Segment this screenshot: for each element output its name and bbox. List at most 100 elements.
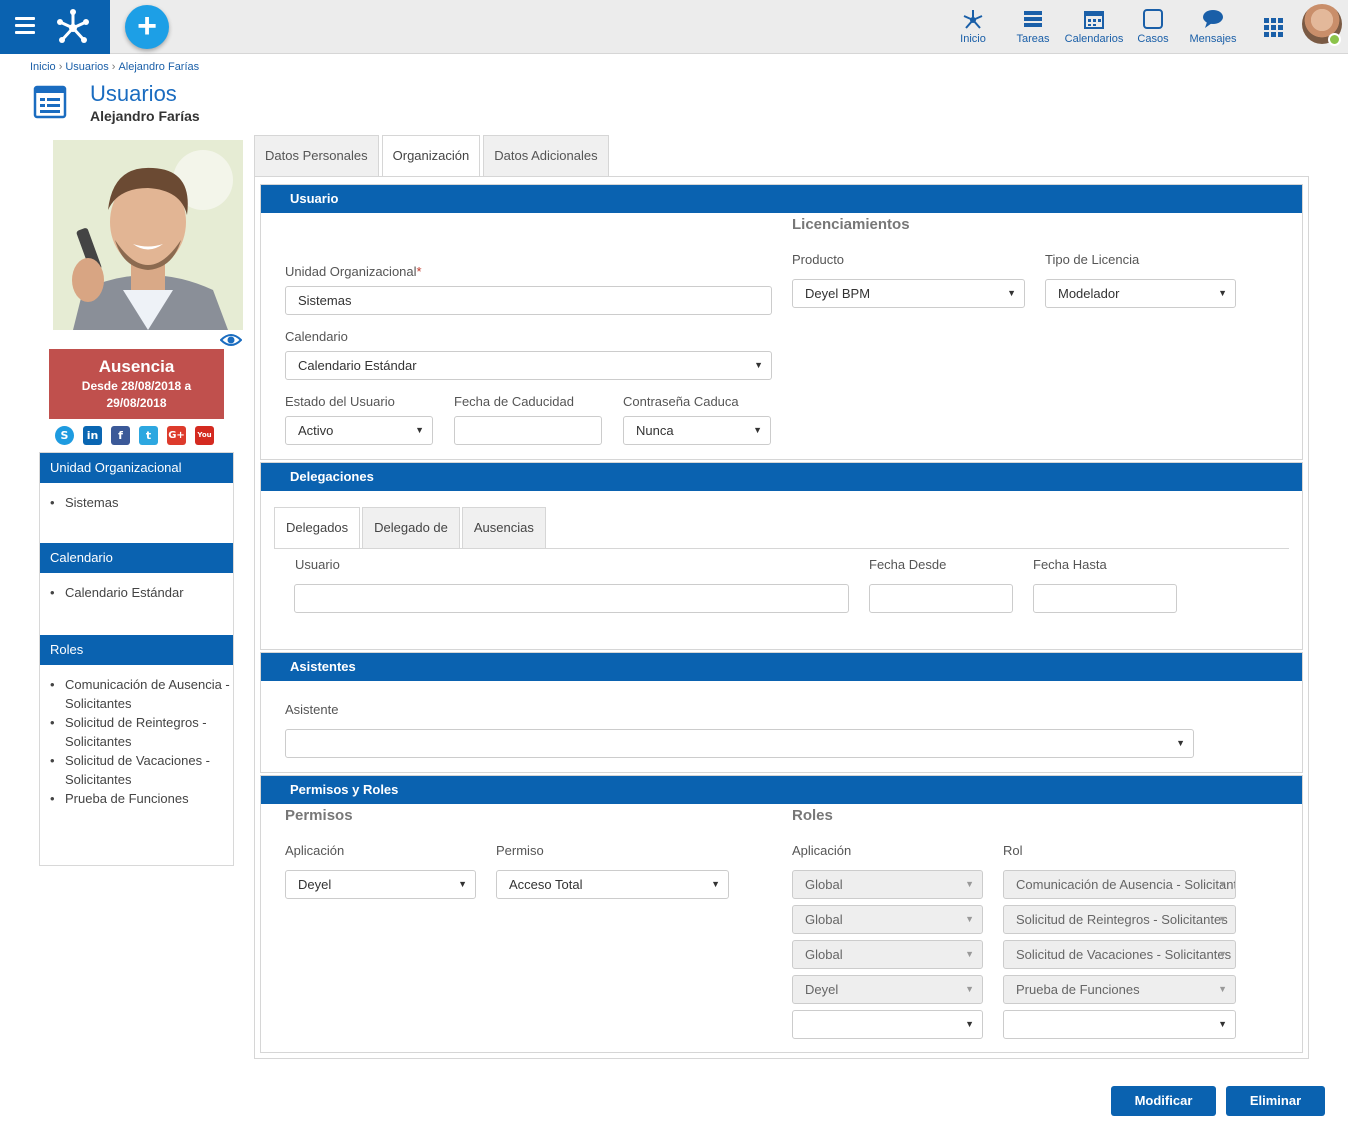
sidebar-roles-list: Comunicación de Ausencia - Solicitantes … [40,665,233,808]
message-bubble-icon [1203,10,1223,28]
assistant-label: Asistente [285,702,339,717]
permissions-title: Permisos [285,807,353,824]
user-state-select[interactable]: Activo [285,416,433,445]
user-form-icon [33,85,67,119]
roles-role-label: Rol [1003,843,1023,858]
case-square-icon [1143,9,1163,29]
subtab-divider [274,548,1289,549]
nav-casos-label: Casos [1137,33,1169,45]
breadcrumb-inicio[interactable]: Inicio [30,61,56,73]
hamburger-menu-icon[interactable] [15,17,35,35]
org-unit-input[interactable]: Sistemas [285,286,772,315]
page-subtitle: Alejandro Farías [90,108,200,124]
section-delegaciones: Delegaciones [260,462,1303,650]
role-app-select[interactable]: Global [792,905,983,934]
tab-delegado-de[interactable]: Delegado de [362,507,460,548]
license-type-label: Tipo de Licencia [1045,252,1140,267]
list-item: Sistemas [50,493,233,512]
tab-organizacion[interactable]: Organización [381,135,481,177]
delegate-user-label: Usuario [295,557,340,572]
list-item: Comunicación de Ausencia - Solicitantes [50,675,231,713]
page-title: Usuarios [90,81,177,106]
nav-mensajes[interactable]: Mensajes [1188,8,1238,45]
role-app-select[interactable]: Global [792,870,983,899]
role-select[interactable]: Solicitud de Vacaciones - Solicitantes [1003,940,1236,969]
tab-datos-personales[interactable]: Datos Personales [254,135,379,176]
facebook-icon[interactable]: f [111,426,130,445]
absence-title: Ausencia [98,357,175,376]
add-button[interactable]: + [125,5,169,49]
date-to-input[interactable] [1033,584,1177,613]
perm-permission-select[interactable]: Acceso Total [496,870,729,899]
calendar-select[interactable]: Calendario Estándar [285,351,772,380]
password-expiry-label: Contraseña Caduca [623,394,739,409]
date-from-label: Fecha Desde [869,557,947,572]
list-item: Calendario Estándar [50,583,233,602]
nav-calendarios[interactable]: Calendarios [1064,8,1124,45]
sidebar-cal-head: Calendario [40,543,233,573]
info-sidebar: Unidad Organizacional Sistemas Calendari… [39,452,234,866]
nav-tareas[interactable]: Tareas [1014,8,1052,45]
user-state-label: Estado del Usuario [285,394,395,409]
assistant-select[interactable] [285,729,1194,758]
section-usuario-title: Usuario [261,185,1302,213]
role-app-select[interactable]: Global [792,940,983,969]
modify-button[interactable]: Modificar [1111,1086,1216,1116]
role-select[interactable]: Prueba de Funciones [1003,975,1236,1004]
roles-title: Roles [792,807,833,824]
breadcrumb: Inicio › Usuarios › Alejandro Farías [30,61,200,73]
absence-badge: Ausencia Desde 28/08/2018 a 29/08/2018 [49,349,224,419]
sidebar-org-head: Unidad Organizacional [40,453,233,483]
online-status-icon [1328,33,1341,46]
list-item: Solicitud de Vacaciones - Solicitantes [50,751,231,789]
license-type-select[interactable]: Modelador [1045,279,1236,308]
section-permisos-title: Permisos y Roles [261,776,1302,804]
product-select[interactable]: Deyel BPM [792,279,1025,308]
top-bar: + Inicio Tareas Calendarios Casos Mensaj… [0,0,1348,54]
social-links: S in f t G+ You [55,426,214,445]
apps-grid-icon[interactable] [1264,18,1284,38]
linkedin-icon[interactable]: in [83,426,102,445]
role-select-empty[interactable] [1003,1010,1236,1039]
role-select[interactable]: Solicitud de Reintegros - Solicitantes [1003,905,1236,934]
password-expiry-select[interactable]: Nunca [623,416,771,445]
profile-photo [53,140,243,330]
role-app-select[interactable]: Deyel [792,975,983,1004]
breadcrumb-usuarios[interactable]: Usuarios [65,61,108,73]
tasks-icon [1024,11,1042,27]
date-to-label: Fecha Hasta [1033,557,1107,572]
section-asistentes-title: Asistentes [261,653,1302,681]
tab-datos-adicionales[interactable]: Datos Adicionales [483,135,609,176]
nav-mensajes-label: Mensajes [1189,33,1237,45]
org-unit-label: Unidad Organizacional* [285,264,422,279]
licensing-title: Licenciamientos [792,216,910,233]
nav-casos[interactable]: Casos [1136,8,1170,45]
skype-icon[interactable]: S [55,426,74,445]
deyel-logo-icon[interactable] [56,8,90,44]
sidebar-org-list: Sistemas [40,483,233,543]
brand-area [0,0,110,54]
google-plus-icon[interactable]: G+ [167,426,186,445]
perm-app-select[interactable]: Deyel [285,870,476,899]
section-delegaciones-title: Delegaciones [261,463,1302,491]
absence-dates: Desde 28/08/2018 a 29/08/2018 [81,379,192,410]
delegate-user-input[interactable] [294,584,849,613]
delete-button[interactable]: Eliminar [1226,1086,1325,1116]
delegation-tabs: Delegados Delegado de Ausencias [274,507,548,548]
role-select[interactable]: Comunicación de Ausencia - Solicitantes [1003,870,1236,899]
calendar-label: Calendario [285,329,348,344]
breadcrumb-current[interactable]: Alejandro Farías [118,61,199,73]
network-icon [963,10,983,29]
tab-ausencias[interactable]: Ausencias [461,507,546,548]
list-item: Solicitud de Reintegros - Solicitantes [50,713,231,751]
eye-icon[interactable] [220,332,242,348]
date-from-input[interactable] [869,584,1013,613]
twitter-icon[interactable]: t [139,426,158,445]
main-tabs: Datos Personales Organización Datos Adic… [254,135,612,177]
role-app-select-empty[interactable] [792,1010,983,1039]
nav-inicio-label: Inicio [960,33,986,45]
nav-inicio[interactable]: Inicio [956,8,990,45]
expiry-date-input[interactable] [454,416,602,445]
youtube-icon[interactable]: You [195,426,214,445]
tab-delegados[interactable]: Delegados [274,507,361,548]
